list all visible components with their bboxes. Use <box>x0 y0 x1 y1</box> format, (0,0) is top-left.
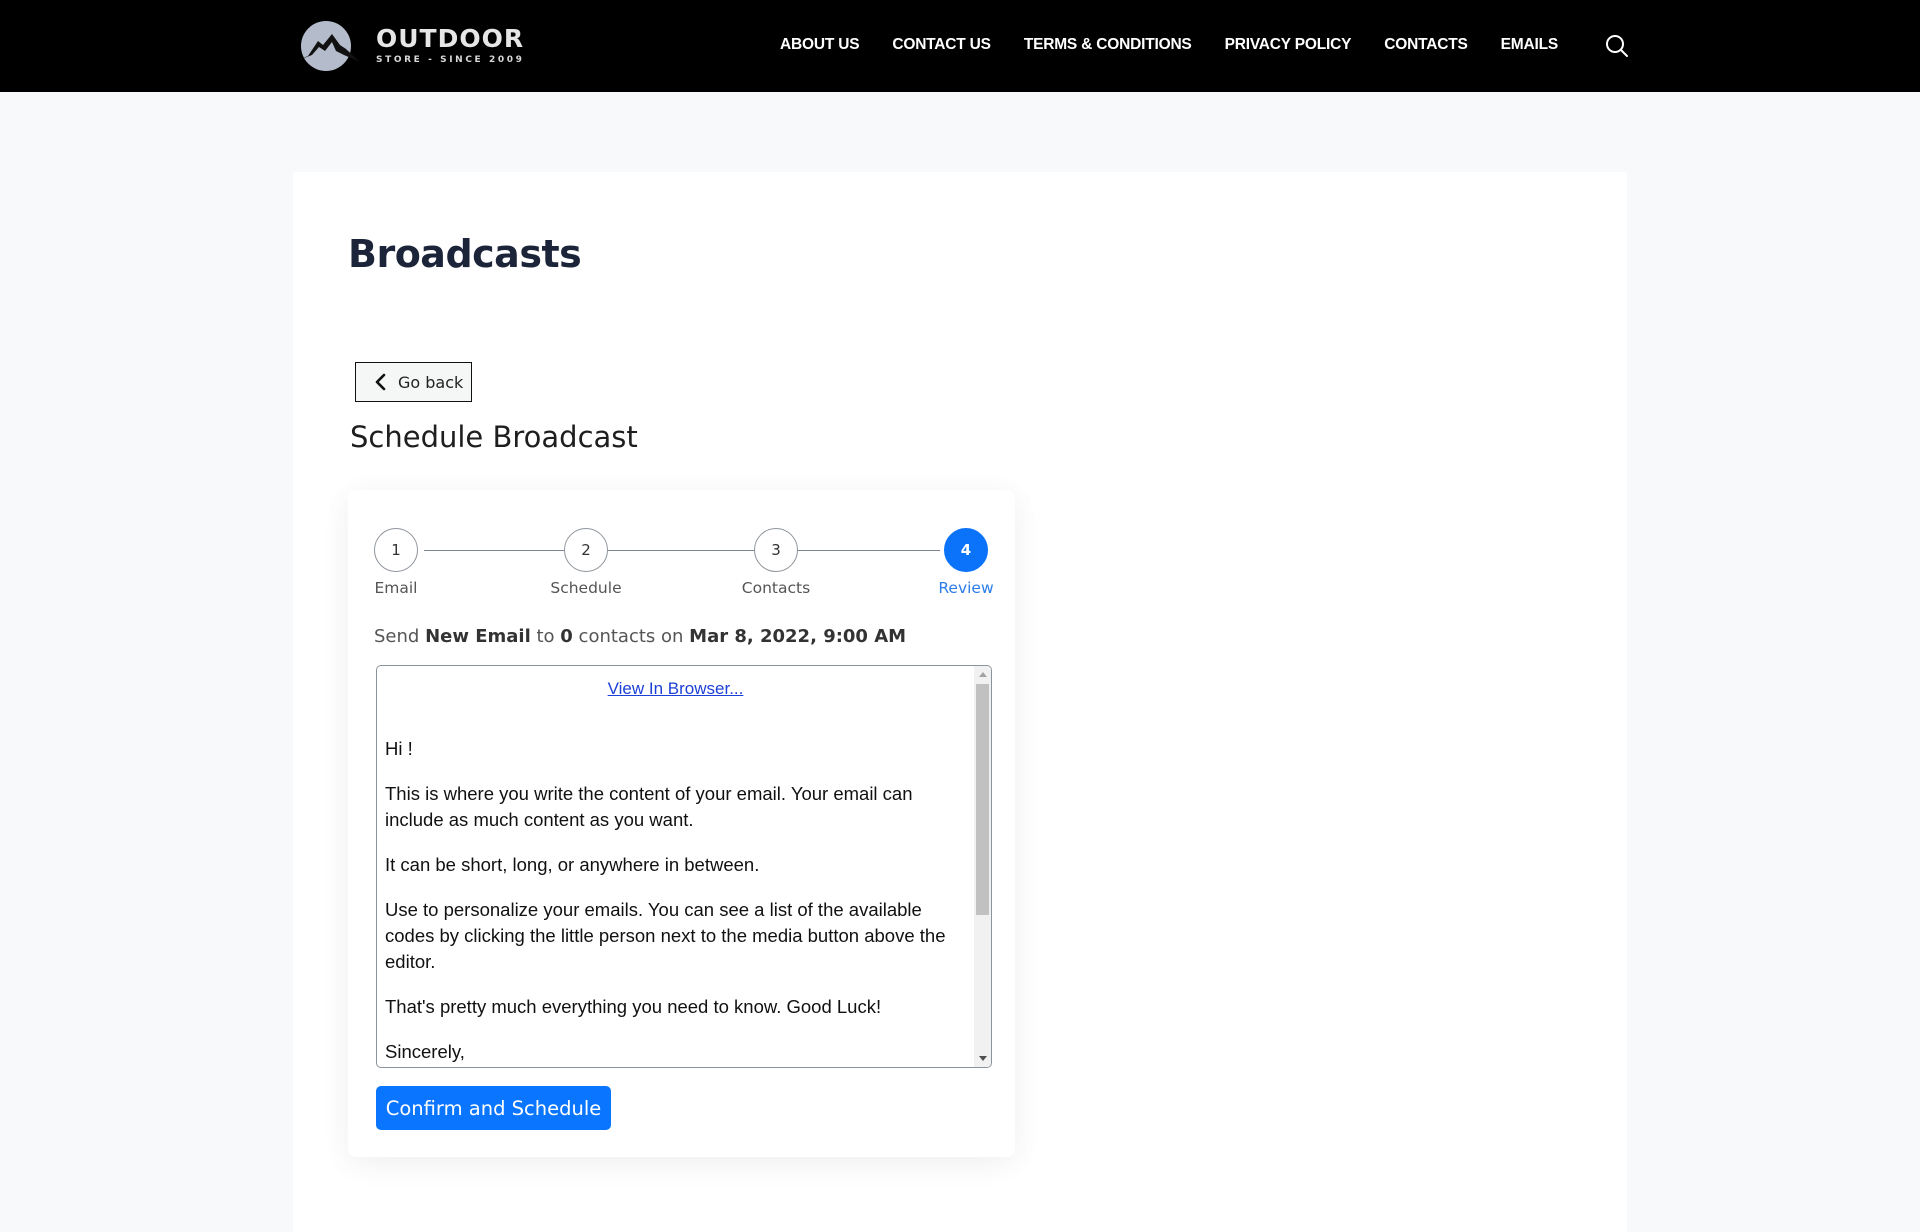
preview-scrollbar[interactable] <box>974 666 991 1067</box>
email-paragraph: Sincerely, <box>385 1041 465 1062</box>
stepper-line <box>424 550 940 551</box>
step-contacts[interactable]: 3 Contacts <box>726 528 826 597</box>
page-title: Broadcasts <box>348 232 582 276</box>
step-email[interactable]: 1 Email <box>346 528 446 597</box>
nav-contacts[interactable]: CONTACTS <box>1384 36 1468 54</box>
step-circle[interactable]: 2 <box>564 528 608 572</box>
main-nav: ABOUT US CONTACT US TERMS & CONDITIONS P… <box>780 33 1591 57</box>
chevron-left-icon <box>375 373 386 391</box>
mountain-logo-icon <box>292 18 362 74</box>
search-icon[interactable] <box>1604 33 1630 59</box>
logo[interactable]: OUTDOOR STORE - SINCE 2009 <box>292 18 524 74</box>
broadcast-summary: Send New Email to 0 contacts on Mar 8, 2… <box>374 626 906 647</box>
nav-about-us[interactable]: ABOUT US <box>780 36 860 54</box>
step-label-active: Review <box>938 579 994 597</box>
site-header: OUTDOOR STORE - SINCE 2009 ABOUT US CONT… <box>0 0 1920 92</box>
nav-contact-us[interactable]: CONTACT US <box>892 36 991 54</box>
logo-title: OUTDOOR <box>376 24 525 53</box>
go-back-button[interactable]: Go back <box>355 362 472 402</box>
step-review[interactable]: 4 Review <box>916 528 1016 597</box>
summary-prefix: Send <box>374 626 426 647</box>
step-label: Email <box>374 579 418 597</box>
stepper: 1 Email 2 Schedule 3 Contacts 4 Review <box>374 528 994 598</box>
email-paragraph: Use to personalize your emails. You can … <box>385 899 946 972</box>
summary-email-name: New Email <box>425 626 531 647</box>
go-back-label: Go back <box>398 372 464 392</box>
review-card: 1 Email 2 Schedule 3 Contacts 4 Review S… <box>348 490 1015 1157</box>
scroll-up-arrow-icon[interactable] <box>974 666 991 683</box>
scroll-down-arrow-icon[interactable] <box>974 1050 991 1067</box>
summary-datetime: Mar 8, 2022, 9:00 AM <box>689 626 907 647</box>
main-container: Broadcasts Go back Schedule Broadcast 1 … <box>293 172 1627 1232</box>
section-title: Schedule Broadcast <box>350 420 638 454</box>
view-in-browser-link[interactable]: View In Browser... <box>385 676 966 702</box>
summary-contact-count: 0 <box>560 626 573 647</box>
step-circle[interactable]: 1 <box>374 528 418 572</box>
summary-contacts-on: contacts on <box>572 626 690 647</box>
step-schedule[interactable]: 2 Schedule <box>536 528 636 597</box>
email-paragraph: Hi ! <box>385 738 413 759</box>
summary-to: to <box>530 626 561 647</box>
email-preview-frame[interactable]: View In Browser... Hi ! This is where yo… <box>376 665 992 1068</box>
step-circle[interactable]: 3 <box>754 528 798 572</box>
confirm-and-schedule-button[interactable]: Confirm and Schedule <box>376 1086 611 1130</box>
logo-subtitle: STORE - SINCE 2009 <box>376 55 525 65</box>
step-circle-active[interactable]: 4 <box>944 528 988 572</box>
email-preview-content: View In Browser... Hi ! This is where yo… <box>377 666 974 1067</box>
step-label: Contacts <box>741 579 811 597</box>
scroll-thumb[interactable] <box>976 684 989 915</box>
step-label: Schedule <box>550 579 622 597</box>
email-paragraph: It can be short, long, or anywhere in be… <box>385 854 760 875</box>
nav-privacy-policy[interactable]: PRIVACY POLICY <box>1225 36 1352 54</box>
email-paragraph: That's pretty much everything you need t… <box>385 996 882 1017</box>
nav-emails[interactable]: EMAILS <box>1501 36 1559 54</box>
email-paragraph: This is where you write the content of y… <box>385 783 913 830</box>
nav-terms-conditions[interactable]: TERMS & CONDITIONS <box>1024 36 1192 54</box>
